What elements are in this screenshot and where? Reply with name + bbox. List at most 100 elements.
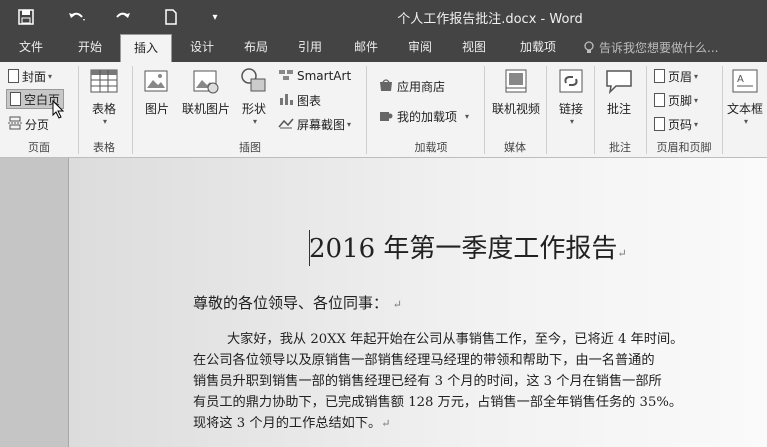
undo-icon[interactable] (62, 5, 92, 29)
shapes-icon (241, 68, 266, 92)
paragraph-line[interactable]: 在公司各位领导以及原销售一部销售经理马经理的带领和帮助下，由一名普通的 (193, 350, 763, 371)
tab-layout[interactable]: 布局 (230, 34, 282, 62)
comment-label: 批注 (606, 102, 631, 116)
lightbulb-icon (584, 41, 594, 53)
paragraph-line[interactable]: 有员工的鼎力协助下，已完成销售额 128 万元，占销售一部全年销售任务的 35%… (193, 392, 763, 413)
illustrations-group-label: 插图 (239, 141, 261, 154)
comments-group-label: 批注 (609, 141, 631, 154)
footer-icon (654, 93, 665, 107)
picture-button[interactable]: 图片 (140, 66, 174, 117)
document-title: 个人工作报告批注.docx - Word (397, 12, 583, 27)
tab-file[interactable]: 文件 (6, 34, 56, 62)
header-label: 页眉 (668, 69, 693, 84)
ribbon-tabs: 文件 开始 插入 设计 布局 引用 邮件 审阅 视图 加载项 告诉我您想要做什么… (0, 34, 767, 62)
chevron-down-icon: ▾ (569, 117, 574, 126)
page-break-label: 分页 (25, 117, 50, 132)
picture-label: 图片 (144, 102, 169, 116)
textbox-icon: A (732, 69, 758, 93)
screenshot-button[interactable]: 屏幕截图 ▾ (278, 114, 351, 134)
tab-design[interactable]: 设计 (176, 34, 228, 62)
paragraph-line-last[interactable]: 现将这 3 个月的工作总结如下。↵ (193, 413, 763, 434)
chart-button[interactable]: 图表 (278, 90, 321, 110)
textbox-label: 文本框 (726, 102, 763, 116)
save-icon[interactable] (14, 5, 38, 29)
tab-review[interactable]: 审阅 (394, 34, 446, 62)
chevron-down-icon: ▾ (694, 71, 699, 81)
cover-page-icon (8, 69, 19, 83)
chart-icon (278, 92, 294, 109)
tab-addins[interactable]: 加载项 (506, 34, 570, 62)
my-addins-button[interactable]: 我的加载项 ▾ (378, 106, 469, 126)
shapes-button[interactable]: 形状 ▾ (238, 66, 270, 126)
footer-label: 页脚 (668, 93, 693, 108)
footer-button[interactable]: 页脚 ▾ (654, 90, 698, 110)
chevron-down-icon: ▾ (102, 117, 107, 126)
addins-group-label: 加载项 (414, 141, 448, 154)
mouse-pointer-icon (52, 100, 65, 119)
page-number-button[interactable]: 页码 ▾ (654, 114, 698, 134)
group-divider (594, 66, 595, 154)
tab-home[interactable]: 开始 (64, 34, 116, 62)
smartart-button[interactable]: SmartArt (278, 66, 351, 86)
comment-icon (606, 70, 632, 95)
page-number-icon (654, 117, 665, 131)
paragraph-mark: ↵ (381, 417, 391, 430)
table-button[interactable]: 表格 ▾ (86, 66, 122, 126)
screenshot-icon (278, 116, 294, 133)
title-bar: ▾ 个人工作报告批注.docx - Word (0, 0, 767, 34)
tab-references[interactable]: 引用 (284, 34, 336, 62)
tab-mailings[interactable]: 邮件 (340, 34, 392, 62)
greeting-line[interactable]: 尊敬的各位领导、各位同事： ↵ (193, 292, 402, 313)
tab-insert[interactable]: 插入 (120, 34, 172, 62)
shapes-label: 形状 (241, 102, 266, 116)
page-break-icon (8, 116, 22, 133)
online-video-button[interactable]: 联机视频 (490, 66, 542, 117)
redo-icon[interactable] (112, 5, 134, 29)
greeting-text: 尊敬的各位领导、各位同事： (193, 294, 389, 312)
online-picture-button[interactable]: 联机图片 (180, 66, 232, 117)
chart-label: 图表 (297, 93, 322, 108)
cover-page-button[interactable]: 封面 ▾ (8, 66, 52, 86)
tell-me-box[interactable]: 告诉我您想要做什么... (583, 34, 718, 62)
smartart-label: SmartArt (297, 69, 352, 83)
media-group-label: 媒体 (504, 141, 526, 154)
link-icon (559, 69, 583, 93)
online-video-icon (505, 69, 527, 93)
store-button[interactable]: 应用商店 (378, 76, 445, 96)
textbox-button[interactable]: A 文本框 ▾ (724, 66, 766, 126)
link-button[interactable]: 链接 ▾ (554, 66, 588, 126)
tab-view[interactable]: 视图 (448, 34, 500, 62)
comment-button[interactable]: 批注 (602, 66, 636, 117)
link-label: 链接 (558, 102, 583, 116)
blank-page-icon (10, 92, 21, 106)
chevron-down-icon: ▾ (694, 119, 699, 129)
smartart-icon (278, 68, 294, 85)
document-area[interactable]: 2016 年第一季度工作报告↵ 尊敬的各位领导、各位同事： ↵ 大家好，我从 2… (0, 158, 767, 447)
document-heading[interactable]: 2016 年第一季度工作报告↵ (309, 228, 627, 265)
header-footer-group-label: 页眉和页脚 (656, 141, 712, 154)
cover-page-label: 封面 (22, 69, 47, 84)
chevron-down-icon: ▾ (694, 95, 699, 105)
store-label: 应用商店 (397, 79, 446, 94)
chevron-down-icon: ▾ (252, 117, 257, 126)
group-divider (484, 66, 485, 154)
store-icon (378, 78, 394, 95)
customize-toolbar-icon[interactable]: ▾ (206, 5, 224, 29)
document-page[interactable]: 2016 年第一季度工作报告↵ 尊敬的各位领导、各位同事： ↵ 大家好，我从 2… (68, 158, 767, 447)
group-divider (132, 66, 133, 154)
paragraph-line[interactable]: 销售员升职到销售一部的销售经理已经有 3 个月的时间，这 3 个月在销售一部所 (193, 371, 763, 392)
header-button[interactable]: 页眉 ▾ (654, 66, 698, 86)
header-icon (654, 69, 665, 83)
ribbon: 封面 ▾ 空白页 分页 页面 表格 ▾ 表格 图片 联机图片 形状 ▾ Smart… (0, 62, 767, 158)
tell-me-placeholder: 告诉我您想要做什么... (599, 41, 719, 55)
chevron-down-icon: ▾ (48, 71, 53, 81)
chevron-down-icon: ▾ (743, 117, 748, 126)
new-document-icon[interactable] (160, 5, 182, 29)
paragraph-mark: ↵ (617, 247, 627, 260)
group-divider (546, 66, 547, 154)
paragraph-line[interactable]: 大家好，我从 20XX 年起开始在公司从事销售工作，至今，已将近 4 年时间。 (193, 329, 763, 350)
group-divider (366, 66, 367, 154)
page-number-label: 页码 (668, 117, 693, 132)
paragraph-mark: ↵ (392, 298, 403, 311)
page-break-button[interactable]: 分页 (8, 114, 49, 134)
